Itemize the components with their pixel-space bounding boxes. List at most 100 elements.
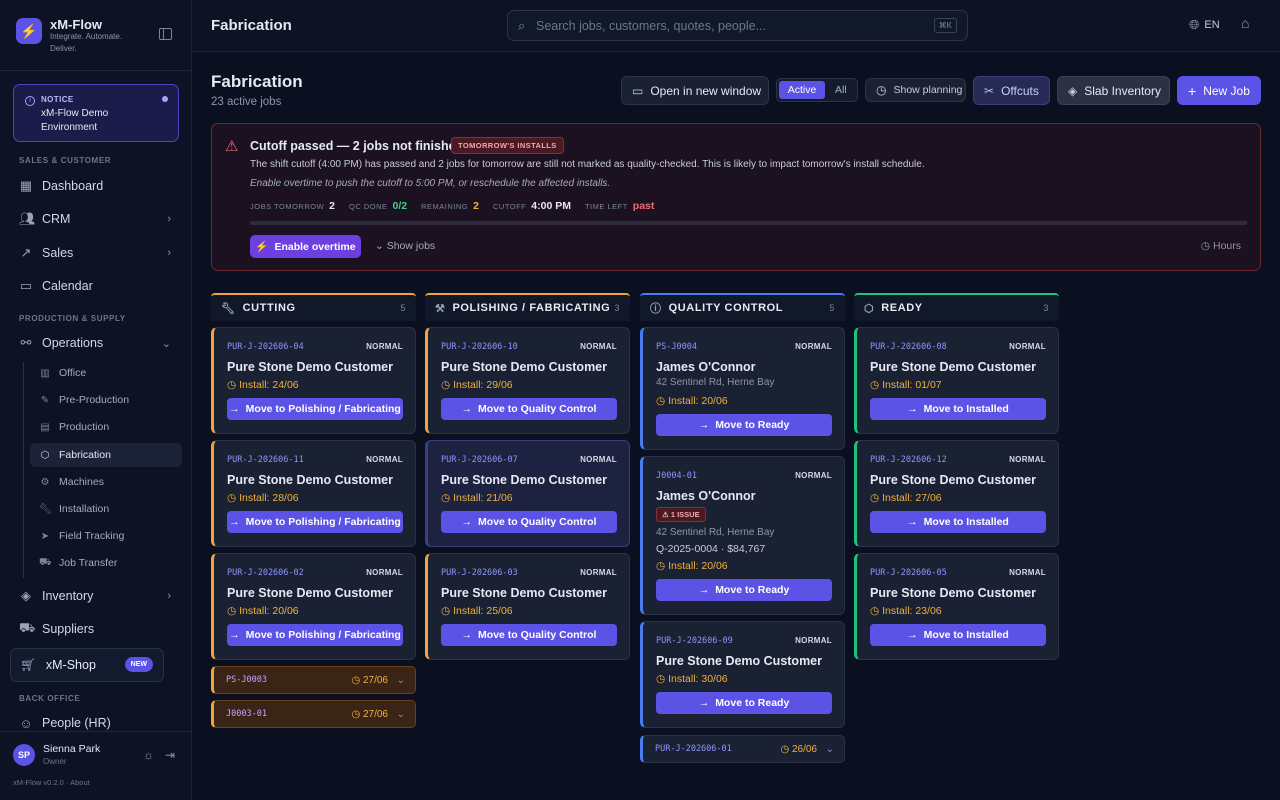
nav-machines[interactable]: ⚙ Machines — [30, 470, 182, 494]
logout-icon[interactable]: ⇥ — [165, 748, 175, 762]
button-label: Move to Ready — [715, 697, 790, 709]
button-label: Move to Quality Control — [478, 629, 597, 641]
nav-label: Suppliers — [42, 622, 95, 636]
nav-fabrication[interactable]: ⬡ Fabrication — [30, 443, 182, 467]
job-card[interactable]: PUR-J-202606-05 NORMAL Pure Stone Demo C… — [854, 553, 1059, 660]
home-icon[interactable]: ⌂ — [1241, 15, 1249, 31]
install-text: Install: 23/06 — [882, 605, 942, 617]
chevron-down-icon[interactable]: ⌄ — [397, 709, 405, 720]
customer-name: James O'Connor — [656, 489, 756, 503]
priority-label: NORMAL — [580, 455, 617, 464]
install-date: ◷ Install: 20/06 — [656, 395, 728, 407]
job-card[interactable]: PUR-J-202606-10 NORMAL Pure Stone Demo C… — [425, 327, 630, 434]
install-text: Install: 21/06 — [453, 492, 513, 504]
show-jobs-toggle[interactable]: ⌄ Show jobs — [375, 240, 435, 252]
collapse-sidebar-icon[interactable] — [159, 28, 172, 40]
nav-production[interactable]: ▤ Production — [30, 415, 182, 439]
move-button[interactable]: → Move to Polishing / Fabricating — [227, 398, 403, 420]
slab-inventory-button[interactable]: ◈ Slab Inventory — [1057, 76, 1170, 105]
show-planning-button[interactable]: ◷ Show planning — [865, 78, 966, 102]
job-card[interactable]: PUR-J-202606-02 NORMAL Pure Stone Demo C… — [211, 553, 416, 660]
install-date: ◷ Install: 27/06 — [870, 492, 942, 504]
move-button[interactable]: → Move to Installed — [870, 511, 1046, 533]
user-profile[interactable]: SP Sienna Park Owner — [13, 743, 100, 766]
app-tagline: Integrate. Automate. Deliver. — [50, 32, 123, 53]
language-switcher[interactable]: 🌐︎ EN — [1189, 17, 1220, 33]
nav-job-transfer[interactable]: ⛟ Job Transfer — [30, 551, 182, 575]
filter-active[interactable]: Active — [779, 81, 825, 99]
navigation-icon: ➤ — [40, 530, 50, 542]
sun-icon[interactable]: ☼ — [143, 748, 154, 762]
nav-sales[interactable]: ↗ Sales › — [19, 243, 174, 263]
nav-field-tracking[interactable]: ➤ Field Tracking — [30, 524, 182, 548]
move-button[interactable]: → Move to Ready — [656, 579, 832, 601]
install-text: Install: 29/06 — [453, 379, 513, 391]
job-card[interactable]: PUR-J-202606-09 NORMAL Pure Stone Demo C… — [640, 621, 845, 728]
nav-installation[interactable]: 🔧︎ Installation — [30, 497, 182, 521]
search-input[interactable] — [536, 17, 926, 35]
chevron-down-icon[interactable]: ⌄ — [397, 675, 405, 686]
chevron-down-icon[interactable]: ⌄ — [826, 744, 834, 755]
job-card[interactable]: PUR-J-202606-12 NORMAL Pure Stone Demo C… — [854, 440, 1059, 547]
move-button[interactable]: → Move to Installed — [870, 398, 1046, 420]
alert-stats: JOBS TOMORROW 2 QC DONE 0/2 REMAINING 2 CUT… — [250, 200, 668, 212]
move-button[interactable]: → Move to Polishing / Fabricating — [227, 511, 403, 533]
collapsed-job[interactable]: PS-J0003 ◷ 27/06 ⌄ — [211, 666, 416, 694]
move-button[interactable]: → Move to Polishing / Fabricating — [227, 624, 403, 646]
arrow-right-icon: → — [907, 403, 918, 415]
filter-all[interactable]: All — [831, 81, 847, 99]
nav-people[interactable]: ☺ People (HR) — [19, 713, 174, 733]
button-label: Move to Installed — [923, 516, 1009, 528]
job-card[interactable]: PUR-J-202606-08 NORMAL Pure Stone Demo C… — [854, 327, 1059, 434]
job-card[interactable]: PUR-J-202606-11 NORMAL Pure Stone Demo C… — [211, 440, 416, 547]
job-card[interactable]: PUR-J-202606-04 NORMAL Pure Stone Demo C… — [211, 327, 416, 434]
nav-xm-shop[interactable]: 🛒︎ xM-Shop NEW — [10, 648, 164, 682]
collapsed-job[interactable]: J0003-01 ◷ 27/06 ⌄ — [211, 700, 416, 728]
job-card[interactable]: J0004-01 NORMAL James O'Connor ⚠ 1 ISSUE… — [640, 456, 845, 615]
stat-qc: 0/2 — [392, 200, 408, 212]
nav-suppliers[interactable]: ⛟ Suppliers — [19, 619, 174, 639]
nav-label: Fabrication — [59, 449, 111, 461]
move-button[interactable]: → Move to Installed — [870, 624, 1046, 646]
cog-icon: ⚙ — [40, 476, 50, 488]
nav-label: Calendar — [42, 279, 93, 293]
stat-label: REMAINING — [421, 202, 469, 211]
column-title: CUTTING — [242, 302, 296, 314]
move-button[interactable]: → Move to Quality Control — [441, 398, 617, 420]
nav-operations[interactable]: ⚯ Operations ⌄ — [19, 333, 174, 353]
job-card[interactable]: PUR-J-202606-07 NORMAL Pure Stone Demo C… — [425, 440, 630, 547]
version-link[interactable]: xM-Flow v0.2.0 · About — [13, 778, 90, 787]
issue-badge[interactable]: ⚠ 1 ISSUE — [656, 507, 706, 522]
notice-dot — [162, 96, 168, 102]
nav-calendar[interactable]: ▭ Calendar — [19, 276, 174, 296]
arrow-right-icon: → — [229, 403, 240, 415]
notice-banner[interactable]: i NOTICE xM-Flow Demo Environment — [13, 84, 179, 142]
open-new-window-button[interactable]: ▭ Open in new window — [621, 76, 769, 105]
nav-pre-production[interactable]: ✎ Pre-Production — [30, 388, 182, 412]
button-label: Hours — [1212, 240, 1241, 252]
clock-icon: ◷ — [876, 83, 887, 97]
offcuts-button[interactable]: ✂ Offcuts — [973, 76, 1050, 105]
job-id: PUR-J-202606-09 — [656, 636, 733, 646]
monitor-icon: ▭ — [632, 83, 644, 98]
tree-line — [23, 362, 24, 578]
enable-overtime-button[interactable]: ⚡ Enable overtime — [250, 235, 361, 258]
move-button[interactable]: → Move to Quality Control — [441, 624, 617, 646]
job-card[interactable]: PUR-J-202606-03 NORMAL Pure Stone Demo C… — [425, 553, 630, 660]
hours-button[interactable]: ◷ Hours — [1201, 240, 1241, 252]
shortcut-hint: ⌘K — [933, 18, 957, 33]
brand[interactable]: ⚡ xM-Flow Integrate. Automate. Deliver. — [16, 17, 122, 53]
new-job-button[interactable]: + New Job — [1177, 76, 1261, 105]
move-button[interactable]: → Move to Ready — [656, 692, 832, 714]
nav-inventory[interactable]: ◈ Inventory › — [19, 586, 174, 606]
global-search[interactable]: ⌕ ⌘K — [507, 10, 968, 41]
nav-office[interactable]: ▥ Office — [30, 361, 182, 385]
move-button[interactable]: → Move to Quality Control — [441, 511, 617, 533]
column-title: QUALITY CONTROL — [668, 302, 784, 314]
move-button[interactable]: → Move to Ready — [656, 414, 832, 436]
nav-crm[interactable]: 👥︎ CRM › — [19, 209, 174, 229]
customer-name: Pure Stone Demo Customer — [656, 654, 823, 668]
job-card[interactable]: PS-J0004 NORMAL James O'Connor 42 Sentin… — [640, 327, 845, 450]
nav-dashboard[interactable]: ▦ Dashboard — [19, 176, 174, 196]
collapsed-job[interactable]: PUR-J-202606-01 ◷ 26/06 ⌄ — [640, 735, 845, 763]
